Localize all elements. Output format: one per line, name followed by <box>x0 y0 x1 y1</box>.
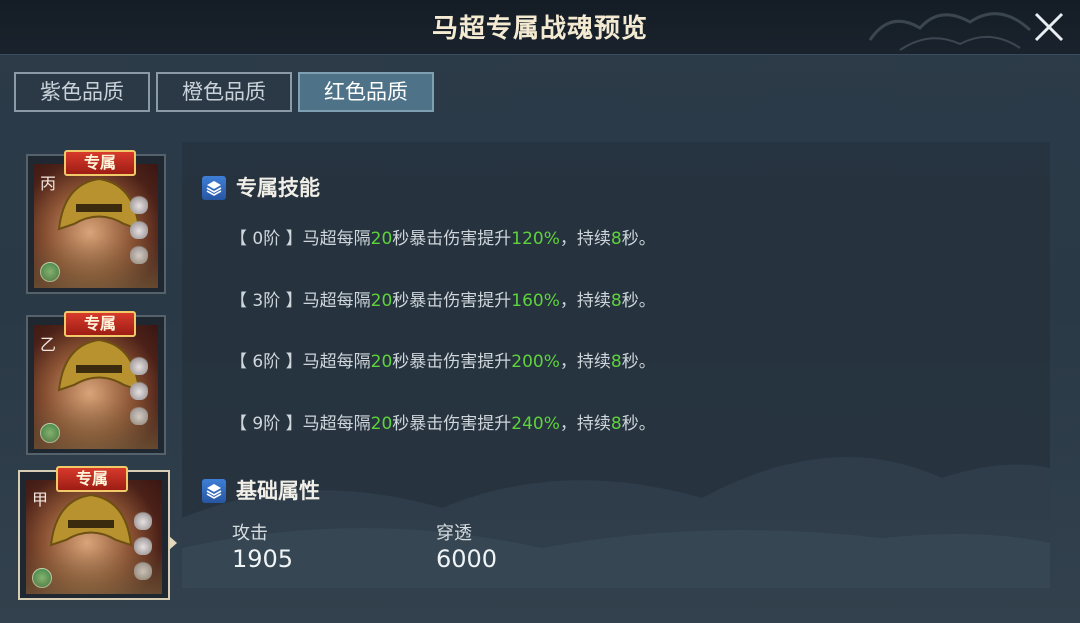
skill-stage: 【 6阶 】 <box>230 352 303 372</box>
flame-icon <box>130 405 148 425</box>
skill-stage: 【 9阶 】 <box>230 414 303 434</box>
jade-icon <box>40 262 60 282</box>
skill-duration: 8 <box>610 229 622 249</box>
info-panel: 专属技能 【 0阶 】马超每隔20秒暴击伤害提升120%，持续8秒。 【 3阶 … <box>182 142 1050 588</box>
flame-icon <box>134 510 152 530</box>
skill-hero: 马超每隔 <box>302 229 371 249</box>
skill-end: 秒。 <box>621 229 656 249</box>
skill-mid: 秒暴击伤害提升 <box>392 414 512 434</box>
skill-hero: 马超每隔 <box>302 352 371 372</box>
skill-percent: 240% <box>511 414 560 434</box>
flame-icon <box>130 380 148 400</box>
attack-value: 1905 <box>232 545 294 573</box>
skill-percent: 120% <box>511 229 560 249</box>
skill-dur-label: ，持续 <box>559 229 611 249</box>
skill-mid: 秒暴击伤害提升 <box>392 291 512 311</box>
pierce-value: 6000 <box>436 545 498 573</box>
skill-section-label: 专属技能 <box>236 175 320 200</box>
skill-interval: 20 <box>370 229 393 249</box>
skill-dur-label: ，持续 <box>559 414 611 434</box>
skill-end: 秒。 <box>621 352 656 372</box>
flame-icon <box>130 355 148 375</box>
skill-dur-label: ，持续 <box>559 352 611 372</box>
flame-icon <box>130 244 148 264</box>
exclusive-badge: 专属 <box>64 311 136 337</box>
exclusive-badge: 专属 <box>64 150 136 176</box>
flame-icon-column <box>130 194 152 274</box>
soul-card-list: 丙 专属 乙 专属 甲 专属 <box>0 140 180 600</box>
grade-char: 乙 <box>40 335 57 354</box>
hero-portrait: 乙 <box>34 325 158 449</box>
tab-red-quality[interactable]: 红色品质 <box>298 72 434 112</box>
tab-orange-quality[interactable]: 橙色品质 <box>156 72 292 112</box>
layers-icon <box>202 479 226 503</box>
attack-label: 攻击 <box>232 523 268 544</box>
skill-mid: 秒暴击伤害提升 <box>392 229 512 249</box>
skill-interval: 20 <box>370 291 393 311</box>
flame-icon <box>134 560 152 580</box>
grade-char: 甲 <box>32 490 49 509</box>
flame-icon <box>130 194 148 214</box>
jade-icon <box>40 423 60 443</box>
flame-icon <box>130 219 148 239</box>
skill-stage: 【 3阶 】 <box>230 291 303 311</box>
mountain-background <box>182 457 1050 588</box>
grade-char: 丙 <box>40 174 57 193</box>
skill-line: 【 6阶 】马超每隔20秒暴击伤害提升200%，持续8秒。 <box>230 347 656 372</box>
skill-hero: 马超每隔 <box>302 414 371 434</box>
skill-line: 【 9阶 】马超每隔20秒暴击伤害提升240%，持续8秒。 <box>230 409 656 434</box>
skill-percent: 160% <box>511 291 560 311</box>
skill-line: 【 3阶 】马超每隔20秒暴击伤害提升160%，持续8秒。 <box>230 286 656 311</box>
close-icon <box>1034 12 1064 42</box>
pierce-label: 穿透 <box>436 523 472 544</box>
skill-interval: 20 <box>370 414 393 434</box>
skill-stage: 【 0阶 】 <box>230 229 303 249</box>
skill-section-title: 专属技能 <box>202 174 320 202</box>
title-bar: 马超专属战魂预览 <box>0 0 1080 55</box>
skill-line: 【 0阶 】马超每隔20秒暴击伤害提升120%，持续8秒。 <box>230 224 656 249</box>
soul-card-1[interactable]: 丙 专属 <box>26 150 166 294</box>
skill-duration: 8 <box>610 352 622 372</box>
skill-mid: 秒暴击伤害提升 <box>392 352 512 372</box>
soul-card-3[interactable]: 甲 专属 <box>18 466 170 600</box>
skill-end: 秒。 <box>621 414 656 434</box>
flame-icon-column <box>130 355 152 435</box>
skill-percent: 200% <box>511 352 560 372</box>
hero-portrait: 甲 <box>26 480 162 594</box>
attr-section-title: 基础属性 <box>202 477 320 505</box>
skill-end: 秒。 <box>621 291 656 311</box>
skill-duration: 8 <box>610 291 622 311</box>
skill-duration: 8 <box>610 414 622 434</box>
helmet-icon <box>49 493 133 547</box>
skill-dur-label: ，持续 <box>559 291 611 311</box>
skill-interval: 20 <box>370 352 393 372</box>
selection-pointer-icon <box>169 536 177 550</box>
flame-icon <box>134 535 152 555</box>
flame-icon-column <box>134 510 156 590</box>
tab-purple-quality[interactable]: 紫色品质 <box>14 72 150 112</box>
skill-hero: 马超每隔 <box>302 291 371 311</box>
exclusive-badge: 专属 <box>56 466 128 492</box>
layers-icon <box>202 176 226 200</box>
soul-card-2[interactable]: 乙 专属 <box>26 311 166 455</box>
page-title: 马超专属战魂预览 <box>431 14 648 44</box>
hero-portrait: 丙 <box>34 164 158 288</box>
attr-section-label: 基础属性 <box>236 478 320 503</box>
close-button[interactable] <box>1026 4 1072 50</box>
jade-icon <box>32 568 52 588</box>
